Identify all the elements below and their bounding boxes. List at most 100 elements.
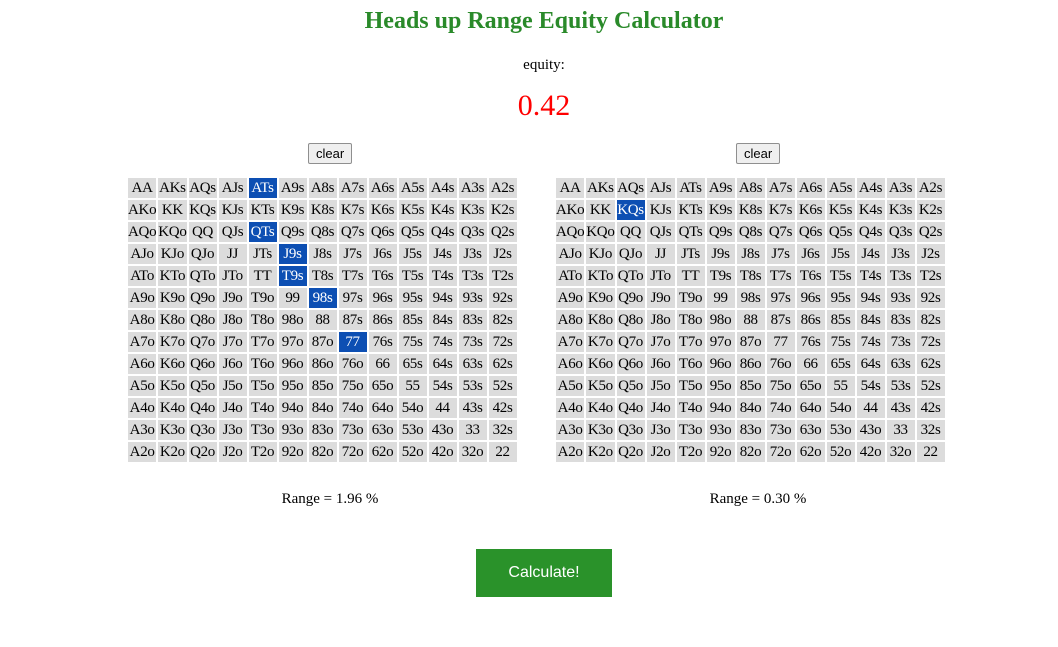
left-hand-cell-73o[interactable]: 73o [338, 420, 367, 440]
left-hand-cell-q4o[interactable]: Q4o [188, 398, 217, 418]
right-hand-cell-aa[interactable]: AA [556, 178, 585, 198]
right-hand-cell-82o[interactable]: 82o [736, 442, 765, 462]
right-hand-cell-83s[interactable]: 83s [886, 310, 915, 330]
left-hand-cell-53o[interactable]: 53o [398, 420, 427, 440]
left-hand-cell-kqo[interactable]: KQo [158, 222, 187, 242]
left-hand-cell-qjs[interactable]: QJs [218, 222, 247, 242]
right-hand-cell-73s[interactable]: 73s [886, 332, 915, 352]
left-hand-cell-aks[interactable]: AKs [158, 178, 187, 198]
left-hand-cell-j5o[interactable]: J5o [218, 376, 247, 396]
right-hand-cell-74o[interactable]: 74o [766, 398, 795, 418]
right-hand-cell-53o[interactable]: 53o [826, 420, 855, 440]
right-hand-cell-kk[interactable]: KK [586, 200, 615, 220]
right-hand-cell-q6o[interactable]: Q6o [616, 354, 645, 374]
left-hand-cell-t7o[interactable]: T7o [248, 332, 277, 352]
right-hand-cell-t4o[interactable]: T4o [676, 398, 705, 418]
left-hand-cell-65s[interactable]: 65s [398, 354, 427, 374]
left-hand-cell-a4o[interactable]: A4o [128, 398, 157, 418]
right-hand-cell-96s[interactable]: 96s [796, 288, 825, 308]
right-hand-cell-q3s[interactable]: Q3s [886, 222, 915, 242]
right-hand-cell-q5s[interactable]: Q5s [826, 222, 855, 242]
left-hand-cell-63s[interactable]: 63s [458, 354, 487, 374]
right-hand-cell-q9s[interactable]: Q9s [706, 222, 735, 242]
left-hand-cell-k6s[interactable]: K6s [368, 200, 397, 220]
left-hand-cell-k5o[interactable]: K5o [158, 376, 187, 396]
left-hand-cell-t3s[interactable]: T3s [458, 266, 487, 286]
left-hand-cell-63o[interactable]: 63o [368, 420, 397, 440]
left-hand-cell-jts[interactable]: JTs [248, 244, 277, 264]
right-clear-button[interactable]: clear [736, 143, 781, 164]
right-hand-cell-a5s[interactable]: A5s [826, 178, 855, 198]
right-hand-cell-54o[interactable]: 54o [826, 398, 855, 418]
left-hand-cell-74o[interactable]: 74o [338, 398, 367, 418]
left-hand-cell-76o[interactable]: 76o [338, 354, 367, 374]
right-hand-cell-aqo[interactable]: AQo [556, 222, 585, 242]
right-hand-cell-q8o[interactable]: Q8o [616, 310, 645, 330]
right-hand-cell-j2s[interactable]: J2s [916, 244, 945, 264]
right-hand-cell-t8o[interactable]: T8o [676, 310, 705, 330]
left-hand-cell-83s[interactable]: 83s [458, 310, 487, 330]
right-hand-cell-a6o[interactable]: A6o [556, 354, 585, 374]
left-hand-cell-32o[interactable]: 32o [458, 442, 487, 462]
right-hand-cell-j9s[interactable]: J9s [706, 244, 735, 264]
right-hand-cell-j8o[interactable]: J8o [646, 310, 675, 330]
left-hand-cell-kk[interactable]: KK [158, 200, 187, 220]
left-hand-cell-93o[interactable]: 93o [278, 420, 307, 440]
left-hand-cell-j9s[interactable]: J9s [278, 244, 307, 264]
right-hand-cell-jts[interactable]: JTs [676, 244, 705, 264]
right-hand-cell-87s[interactable]: 87s [766, 310, 795, 330]
left-hand-cell-73s[interactable]: 73s [458, 332, 487, 352]
right-hand-cell-j4o[interactable]: J4o [646, 398, 675, 418]
right-hand-cell-83o[interactable]: 83o [736, 420, 765, 440]
left-hand-cell-54o[interactable]: 54o [398, 398, 427, 418]
right-hand-cell-63s[interactable]: 63s [886, 354, 915, 374]
right-hand-cell-95s[interactable]: 95s [826, 288, 855, 308]
left-hand-cell-ako[interactable]: AKo [128, 200, 157, 220]
left-hand-cell-98s[interactable]: 98s [308, 288, 337, 308]
left-hand-cell-k7s[interactable]: K7s [338, 200, 367, 220]
left-hand-cell-82o[interactable]: 82o [308, 442, 337, 462]
left-hand-cell-66[interactable]: 66 [368, 354, 397, 374]
left-hand-cell-k3s[interactable]: K3s [458, 200, 487, 220]
right-hand-cell-a3o[interactable]: A3o [556, 420, 585, 440]
left-hand-cell-t2o[interactable]: T2o [248, 442, 277, 462]
right-hand-cell-t7o[interactable]: T7o [676, 332, 705, 352]
right-hand-cell-a6s[interactable]: A6s [796, 178, 825, 198]
left-hand-cell-k9s[interactable]: K9s [278, 200, 307, 220]
right-hand-cell-98s[interactable]: 98s [736, 288, 765, 308]
left-hand-cell-85s[interactable]: 85s [398, 310, 427, 330]
right-hand-cell-t8s[interactable]: T8s [736, 266, 765, 286]
left-hand-cell-55[interactable]: 55 [398, 376, 427, 396]
right-hand-cell-54s[interactable]: 54s [856, 376, 885, 396]
left-hand-cell-j7s[interactable]: J7s [338, 244, 367, 264]
left-hand-cell-j9o[interactable]: J9o [218, 288, 247, 308]
right-hand-cell-t9o[interactable]: T9o [676, 288, 705, 308]
left-hand-cell-kto[interactable]: KTo [158, 266, 187, 286]
right-hand-cell-k6s[interactable]: K6s [796, 200, 825, 220]
right-hand-cell-k4s[interactable]: K4s [856, 200, 885, 220]
right-hand-cell-76s[interactable]: 76s [796, 332, 825, 352]
left-hand-cell-t5o[interactable]: T5o [248, 376, 277, 396]
left-hand-cell-87s[interactable]: 87s [338, 310, 367, 330]
right-hand-cell-93s[interactable]: 93s [886, 288, 915, 308]
left-hand-cell-a4s[interactable]: A4s [428, 178, 457, 198]
right-hand-cell-qto[interactable]: QTo [616, 266, 645, 286]
left-hand-cell-98o[interactable]: 98o [278, 310, 307, 330]
left-hand-cell-j8o[interactable]: J8o [218, 310, 247, 330]
left-hand-cell-jj[interactable]: JJ [218, 244, 247, 264]
left-hand-cell-aqo[interactable]: AQo [128, 222, 157, 242]
left-hand-cell-j4s[interactable]: J4s [428, 244, 457, 264]
left-hand-cell-q5s[interactable]: Q5s [398, 222, 427, 242]
left-hand-cell-a6s[interactable]: A6s [368, 178, 397, 198]
right-hand-cell-84o[interactable]: 84o [736, 398, 765, 418]
left-hand-cell-76s[interactable]: 76s [368, 332, 397, 352]
right-hand-cell-42s[interactable]: 42s [916, 398, 945, 418]
left-hand-cell-53s[interactable]: 53s [458, 376, 487, 396]
left-hand-cell-k5s[interactable]: K5s [398, 200, 427, 220]
left-hand-cell-75o[interactable]: 75o [338, 376, 367, 396]
left-hand-cell-t6s[interactable]: T6s [368, 266, 397, 286]
right-hand-cell-q7s[interactable]: Q7s [766, 222, 795, 242]
left-hand-cell-65o[interactable]: 65o [368, 376, 397, 396]
right-hand-cell-aks[interactable]: AKs [586, 178, 615, 198]
right-hand-cell-85o[interactable]: 85o [736, 376, 765, 396]
